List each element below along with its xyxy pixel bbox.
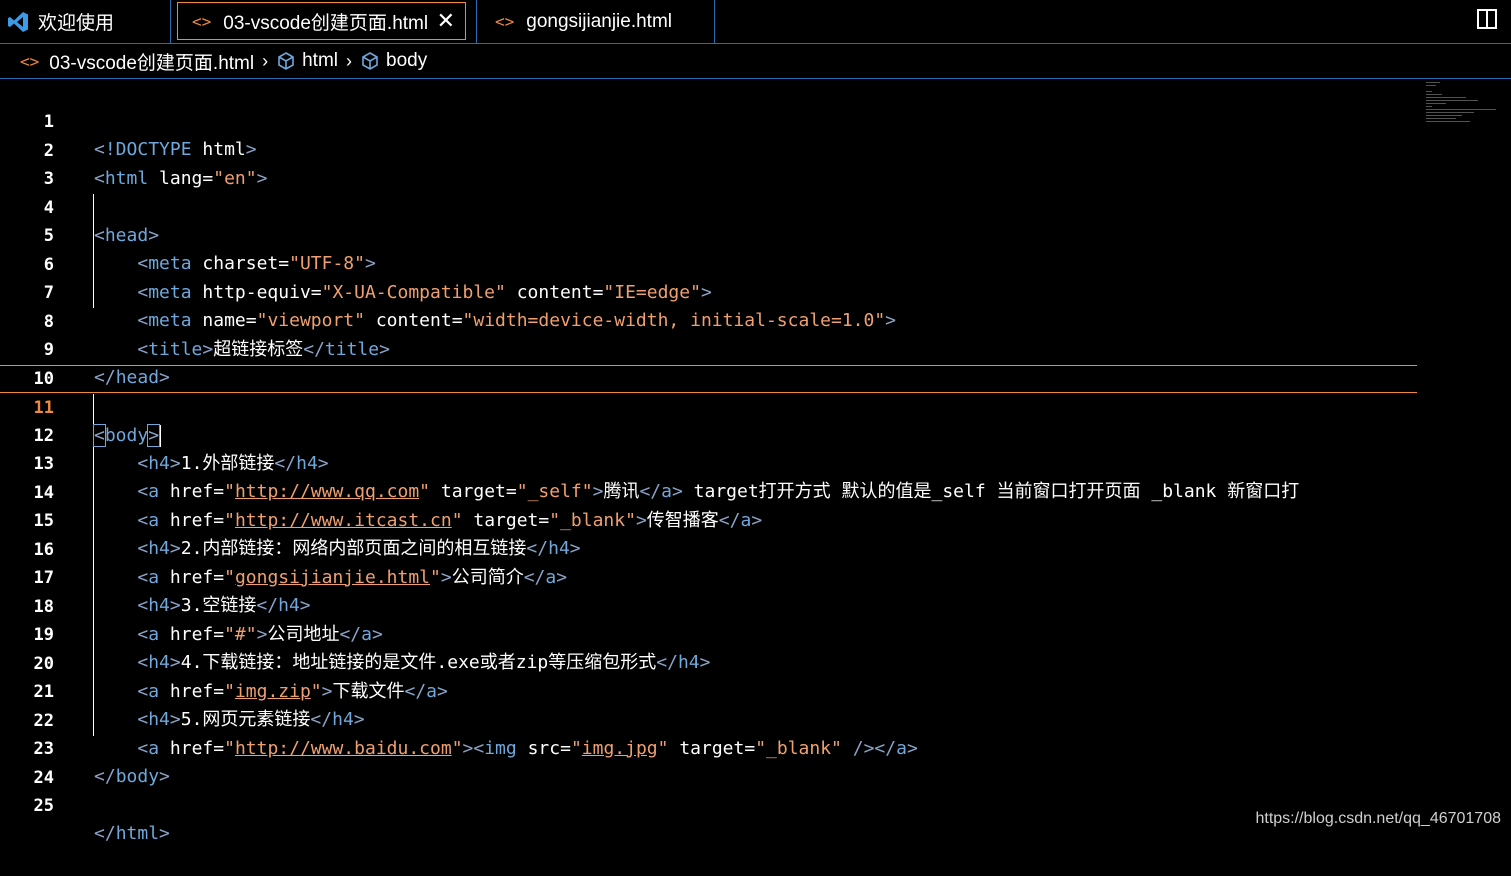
code-line[interactable]: 18 <a href="#">公司地址</a>: [0, 565, 1420, 645]
cube-icon: [278, 52, 294, 70]
tab-welcome[interactable]: 欢迎使用: [0, 0, 171, 43]
code-line[interactable]: 13 <a href="http://www.qq.com" target="_…: [0, 422, 1420, 502]
cube-icon: [362, 52, 378, 70]
html-file-icon: <>: [20, 51, 40, 71]
html-file-icon: <>: [495, 12, 515, 31]
code-line[interactable]: 7 <meta name="viewport" content="width=d…: [0, 251, 1420, 331]
code-line[interactable]: 24: [0, 736, 1420, 788]
code-line[interactable]: 1 <!DOCTYPE html>: [0, 80, 1420, 160]
code-line[interactable]: 16 <a href="gongsijianjie.html">公司简介</a>: [0, 508, 1420, 588]
chevron-right-icon: ›: [262, 50, 269, 71]
tab-bar: 欢迎使用 <> 03-vscode创建页面.html ✕ <> gongsiji…: [0, 0, 1511, 44]
tag-name: html: [115, 823, 160, 844]
code-line[interactable]: 4 <head>: [0, 166, 1420, 246]
tab-03-vscode[interactable]: <> 03-vscode创建页面.html ✕: [177, 2, 466, 40]
code-line[interactable]: 17 <h4>3.空链接</h4>: [0, 536, 1420, 616]
code-line-current[interactable]: 11 <body>: [0, 365, 1417, 447]
code-line[interactable]: 10: [0, 337, 1420, 389]
code-line[interactable]: 12 <h4>1.外部链接</h4>: [0, 394, 1420, 474]
breadcrumb-body[interactable]: body: [360, 50, 427, 72]
code-line[interactable]: 14 <a href="http://www.itcast.cn" target…: [0, 451, 1420, 531]
code-line[interactable]: 3: [0, 137, 1420, 189]
breadcrumb: <> 03-vscode创建页面.html › html › body: [0, 44, 1511, 79]
code-line[interactable]: 22 <a href="http://www.baidu.com"><img s…: [0, 679, 1420, 759]
code-line[interactable]: 15 <h4>2.内部链接：网络内部页面之间的相互链接</h4>: [0, 479, 1420, 559]
watermark: https://blog.csdn.net/qq_46701708: [1255, 810, 1501, 827]
code-line[interactable]: 21 <h4>5.网页元素链接</h4>: [0, 650, 1420, 730]
code-line[interactable]: 19 <h4>4.下载链接：地址链接的是文件.exe或者zip等压缩包形式</h…: [0, 593, 1420, 673]
code-line[interactable]: 23 </body>: [0, 707, 1420, 787]
code-line[interactable]: 8 <title>超链接标签</title>: [0, 280, 1420, 360]
tab-label: gongsijianjie.html: [526, 10, 673, 32]
tab-gongsijianjie[interactable]: <> gongsijianjie.html: [476, 0, 715, 43]
breadcrumb-file[interactable]: <> 03-vscode创建页面.html: [20, 48, 254, 75]
code-line[interactable]: 25 </html>: [0, 764, 1420, 844]
line-number: 25: [33, 796, 54, 816]
vscode-logo-icon: [8, 11, 28, 32]
code-line[interactable]: 9 </head>: [0, 308, 1420, 388]
close-icon[interactable]: ✕: [437, 8, 455, 34]
code-editor[interactable]: 1 <!DOCTYPE html> 2 <html lang="en"> 3 4…: [0, 80, 1420, 844]
breadcrumb-label: html: [302, 50, 339, 71]
code-line[interactable]: 2 <html lang="en">: [0, 109, 1420, 189]
tab-label: 03-vscode创建页面.html: [223, 12, 429, 34]
chevron-right-icon: ›: [346, 50, 353, 71]
breadcrumb-label: body: [386, 50, 428, 71]
code-line[interactable]: 20 <a href="img.zip">下载文件</a>: [0, 622, 1420, 702]
split-editor-icon[interactable]: [1477, 9, 1497, 29]
minimap[interactable]: [1426, 82, 1496, 132]
code-line[interactable]: 5 <meta charset="UTF-8">: [0, 194, 1420, 274]
code-line[interactable]: 6 <meta http-equiv="X-UA-Compatible" con…: [0, 223, 1420, 303]
html-file-icon: <>: [192, 11, 212, 31]
breadcrumb-html[interactable]: html: [276, 50, 338, 72]
breadcrumb-file-label: 03-vscode创建页面.html: [49, 52, 255, 74]
tab-label: 欢迎使用: [38, 13, 115, 34]
